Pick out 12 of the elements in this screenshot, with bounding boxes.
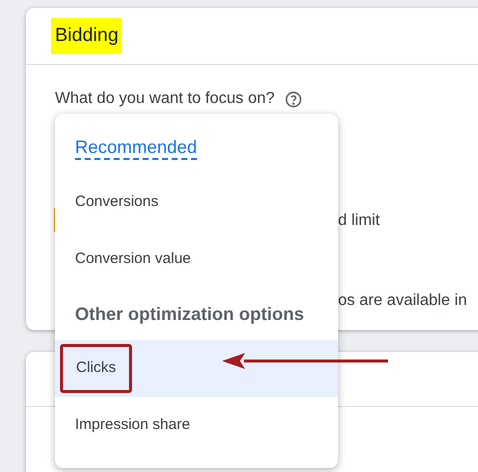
menu-item[interactable]: Impression share: [55, 397, 338, 454]
section-title: Bidding: [51, 18, 122, 54]
partial-text: os are available in: [338, 291, 467, 311]
menu-subheading: Other optimization options: [75, 302, 304, 326]
menu-item[interactable]: Clicks: [55, 340, 338, 397]
annotation-box: Clicks: [60, 344, 132, 393]
partial-text: d limit: [338, 211, 380, 231]
menu-heading: Recommended: [75, 137, 198, 160]
help-icon[interactable]: [284, 90, 302, 108]
question-label: What do you want to focus on?: [55, 89, 275, 109]
menu-item[interactable]: Conversion value: [55, 231, 338, 288]
menu-item[interactable]: Conversions: [55, 174, 338, 231]
